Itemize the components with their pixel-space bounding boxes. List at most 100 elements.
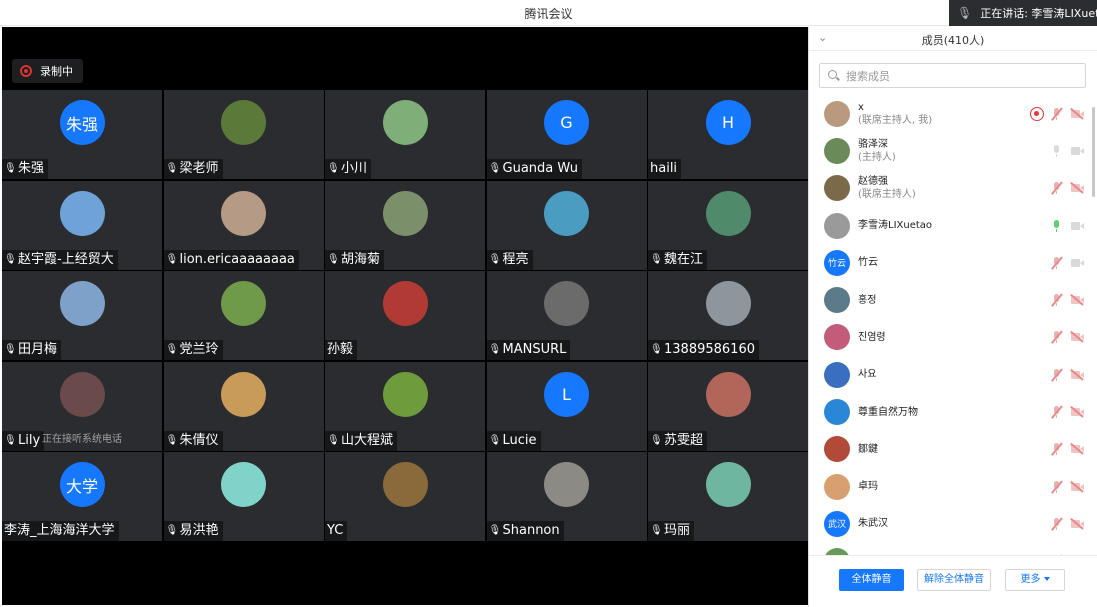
participant-tile[interactable]: 🎙 lion.ericaaaaaaaa [163, 180, 324, 270]
participant-tile[interactable]: 🎙 朱倩仪 [163, 361, 324, 451]
camera-off-icon[interactable] [1070, 405, 1084, 419]
participant-tile[interactable]: 🎙 程亮 [486, 180, 647, 270]
participant-name-tag: 孙毅 [325, 340, 358, 360]
camera-icon[interactable] [1070, 219, 1084, 233]
mic-muted-icon[interactable] [1050, 479, 1064, 494]
participant-tile[interactable]: YC [325, 452, 485, 541]
participant-tile[interactable]: 🎙 13889586160 [648, 271, 808, 360]
camera-off-icon[interactable] [1070, 181, 1084, 195]
mic-muted-icon[interactable] [1050, 405, 1064, 419]
avatar-initials: L [562, 384, 571, 404]
speaking-indicator: 🎙 正在讲话: 李雪涛LIXuetao [949, 0, 1097, 26]
camera-off-icon[interactable] [1070, 293, 1084, 307]
participant-tile[interactable]: 🎙 魏在江 [648, 180, 808, 270]
member-list: x (联席主持人, 我) 骆泽深 (主持人) 赵德强 (联席主持人) 李雪涛LIXuetao… [809, 95, 1097, 555]
mute-all-button[interactable]: 全体静音 [839, 569, 904, 591]
participant-tile[interactable]: 🎙 党兰玲 [163, 271, 324, 360]
member-row[interactable]: 武汉 朱武汉 [809, 505, 1097, 542]
mic-muted-icon[interactable] [1050, 330, 1064, 345]
member-row[interactable]: 鄒鍵 [809, 431, 1097, 468]
member-search-input[interactable]: 搜索成员 [819, 63, 1086, 88]
mic-muted-icon[interactable] [1050, 368, 1064, 382]
member-status-icons [1044, 181, 1084, 195]
participant-tile[interactable]: 大学 李涛_上海海洋大学 [2, 452, 162, 541]
member-row[interactable]: 赵德强 (联席主持人) [809, 170, 1097, 207]
participant-tile[interactable]: 🎙 MANSURL [486, 271, 647, 360]
participant-name: 梁老师 [179, 161, 219, 176]
mic-muted-icon[interactable] [1050, 107, 1064, 121]
participant-name-tag: YC [325, 521, 348, 541]
participant-tile[interactable]: 朱强 🎙 朱强 [2, 90, 162, 179]
member-row[interactable]: 李雪涛LIXuetao [809, 207, 1097, 244]
mic-muted-icon[interactable] [1050, 517, 1064, 531]
member-avatar [824, 287, 850, 314]
participant-tile[interactable]: 🎙 小川 [325, 90, 485, 179]
camera-off-icon[interactable] [1070, 442, 1084, 456]
member-row[interactable]: 骆泽深 (主持人) [809, 132, 1097, 169]
camera-icon[interactable] [1070, 256, 1084, 270]
mic-muted-icon: 🎙 [488, 163, 502, 174]
participant-tile[interactable]: 🎙 山大程斌 [325, 361, 485, 451]
member-row[interactable]: 竹云 竹云 [809, 244, 1097, 281]
participant-avatar [705, 462, 751, 507]
mic-muted-icon[interactable] [1050, 293, 1064, 307]
unmute-all-button[interactable]: 解除全体静音 [917, 569, 991, 591]
mic-muted-icon[interactable] [1050, 442, 1064, 456]
camera-off-icon[interactable] [1070, 330, 1084, 344]
mic-muted-icon: 🎙 [327, 163, 340, 174]
participant-name-tag: 🎙 13889586160 [648, 340, 759, 360]
camera-off-icon[interactable] [1070, 107, 1084, 121]
mic-muted-icon[interactable] [1050, 256, 1064, 270]
participant-tile[interactable]: L 🎙 Lucie [486, 361, 647, 451]
participant-avatar: 大学 [59, 462, 105, 507]
participant-name: 田月梅 [18, 342, 58, 357]
member-row[interactable]: 卓玛 [809, 468, 1097, 505]
participant-tile[interactable]: 孙毅 [325, 271, 485, 360]
participant-name: YC [327, 523, 344, 538]
recording-indicator[interactable]: 录制中 [12, 59, 83, 83]
mic-muted-icon: 🎙 [4, 163, 17, 174]
camera-off-icon[interactable] [1070, 368, 1084, 382]
member-row[interactable]: 尊重自然万物 [809, 393, 1097, 430]
participant-tile[interactable]: Hhaili [648, 90, 808, 179]
camera-off-icon[interactable] [1070, 517, 1084, 531]
member-role: (联席主持人, 我) [858, 114, 933, 126]
participant-tile[interactable]: 🎙 田月梅 [2, 271, 162, 360]
member-row[interactable]: 홍정 [809, 281, 1097, 318]
member-name: 鄒鍵 [858, 443, 878, 455]
participant-tile[interactable]: 🎙 玛丽 [648, 452, 808, 541]
member-name: 卓玛 [858, 481, 878, 493]
member-row[interactable] [809, 543, 1097, 555]
phone-call-hint: 正在接听系统电话 [42, 433, 122, 445]
participant-tile[interactable]: 🎙 Shannon [486, 452, 647, 541]
participant-name: 易洪艳 [179, 523, 219, 538]
member-row[interactable]: 진염령 [809, 319, 1097, 356]
mic-muted-icon[interactable] [1050, 181, 1064, 195]
member-row[interactable]: x (联席主持人, 我) [809, 95, 1097, 132]
avatar-initials: 竹云 [827, 259, 846, 270]
participant-tile[interactable]: G 🎙 Guanda Wu [486, 90, 647, 179]
participant-avatar [59, 190, 105, 236]
mic-muted-icon: 🎙 [957, 6, 973, 20]
camera-off-icon[interactable] [1070, 480, 1084, 494]
participant-name: 山大程斌 [341, 432, 394, 448]
participant-tile[interactable]: 🎙 易洪艳 [163, 452, 324, 541]
member-list-scrollbar[interactable] [1092, 107, 1095, 197]
participant-tile[interactable]: 🎙 苏雯超 [648, 361, 808, 451]
participant-tile[interactable]: 🎙 赵宇霞-上经贸大 [2, 180, 162, 270]
mic-muted-icon: 🎙 [488, 434, 502, 446]
camera-icon[interactable] [1070, 144, 1084, 158]
participant-name-tag: 🎙 Lucie [486, 430, 541, 451]
participant-avatar [382, 371, 428, 417]
member-row[interactable]: 사요 [809, 356, 1097, 393]
member-info: 사요 [858, 368, 876, 381]
mic-icon[interactable] [1050, 144, 1064, 158]
participant-tile[interactable]: 🎙 Lily 正在接听系统电话 [2, 361, 162, 451]
member-info: 홍정 [858, 294, 876, 307]
mic-icon[interactable] [1050, 219, 1064, 233]
participant-avatar [59, 371, 105, 417]
participant-name: haili [650, 161, 678, 176]
participant-tile[interactable]: 🎙 胡海菊 [325, 180, 485, 270]
participant-tile[interactable]: 🎙 梁老师 [163, 90, 324, 179]
more-button[interactable]: 更多 [1005, 569, 1065, 591]
